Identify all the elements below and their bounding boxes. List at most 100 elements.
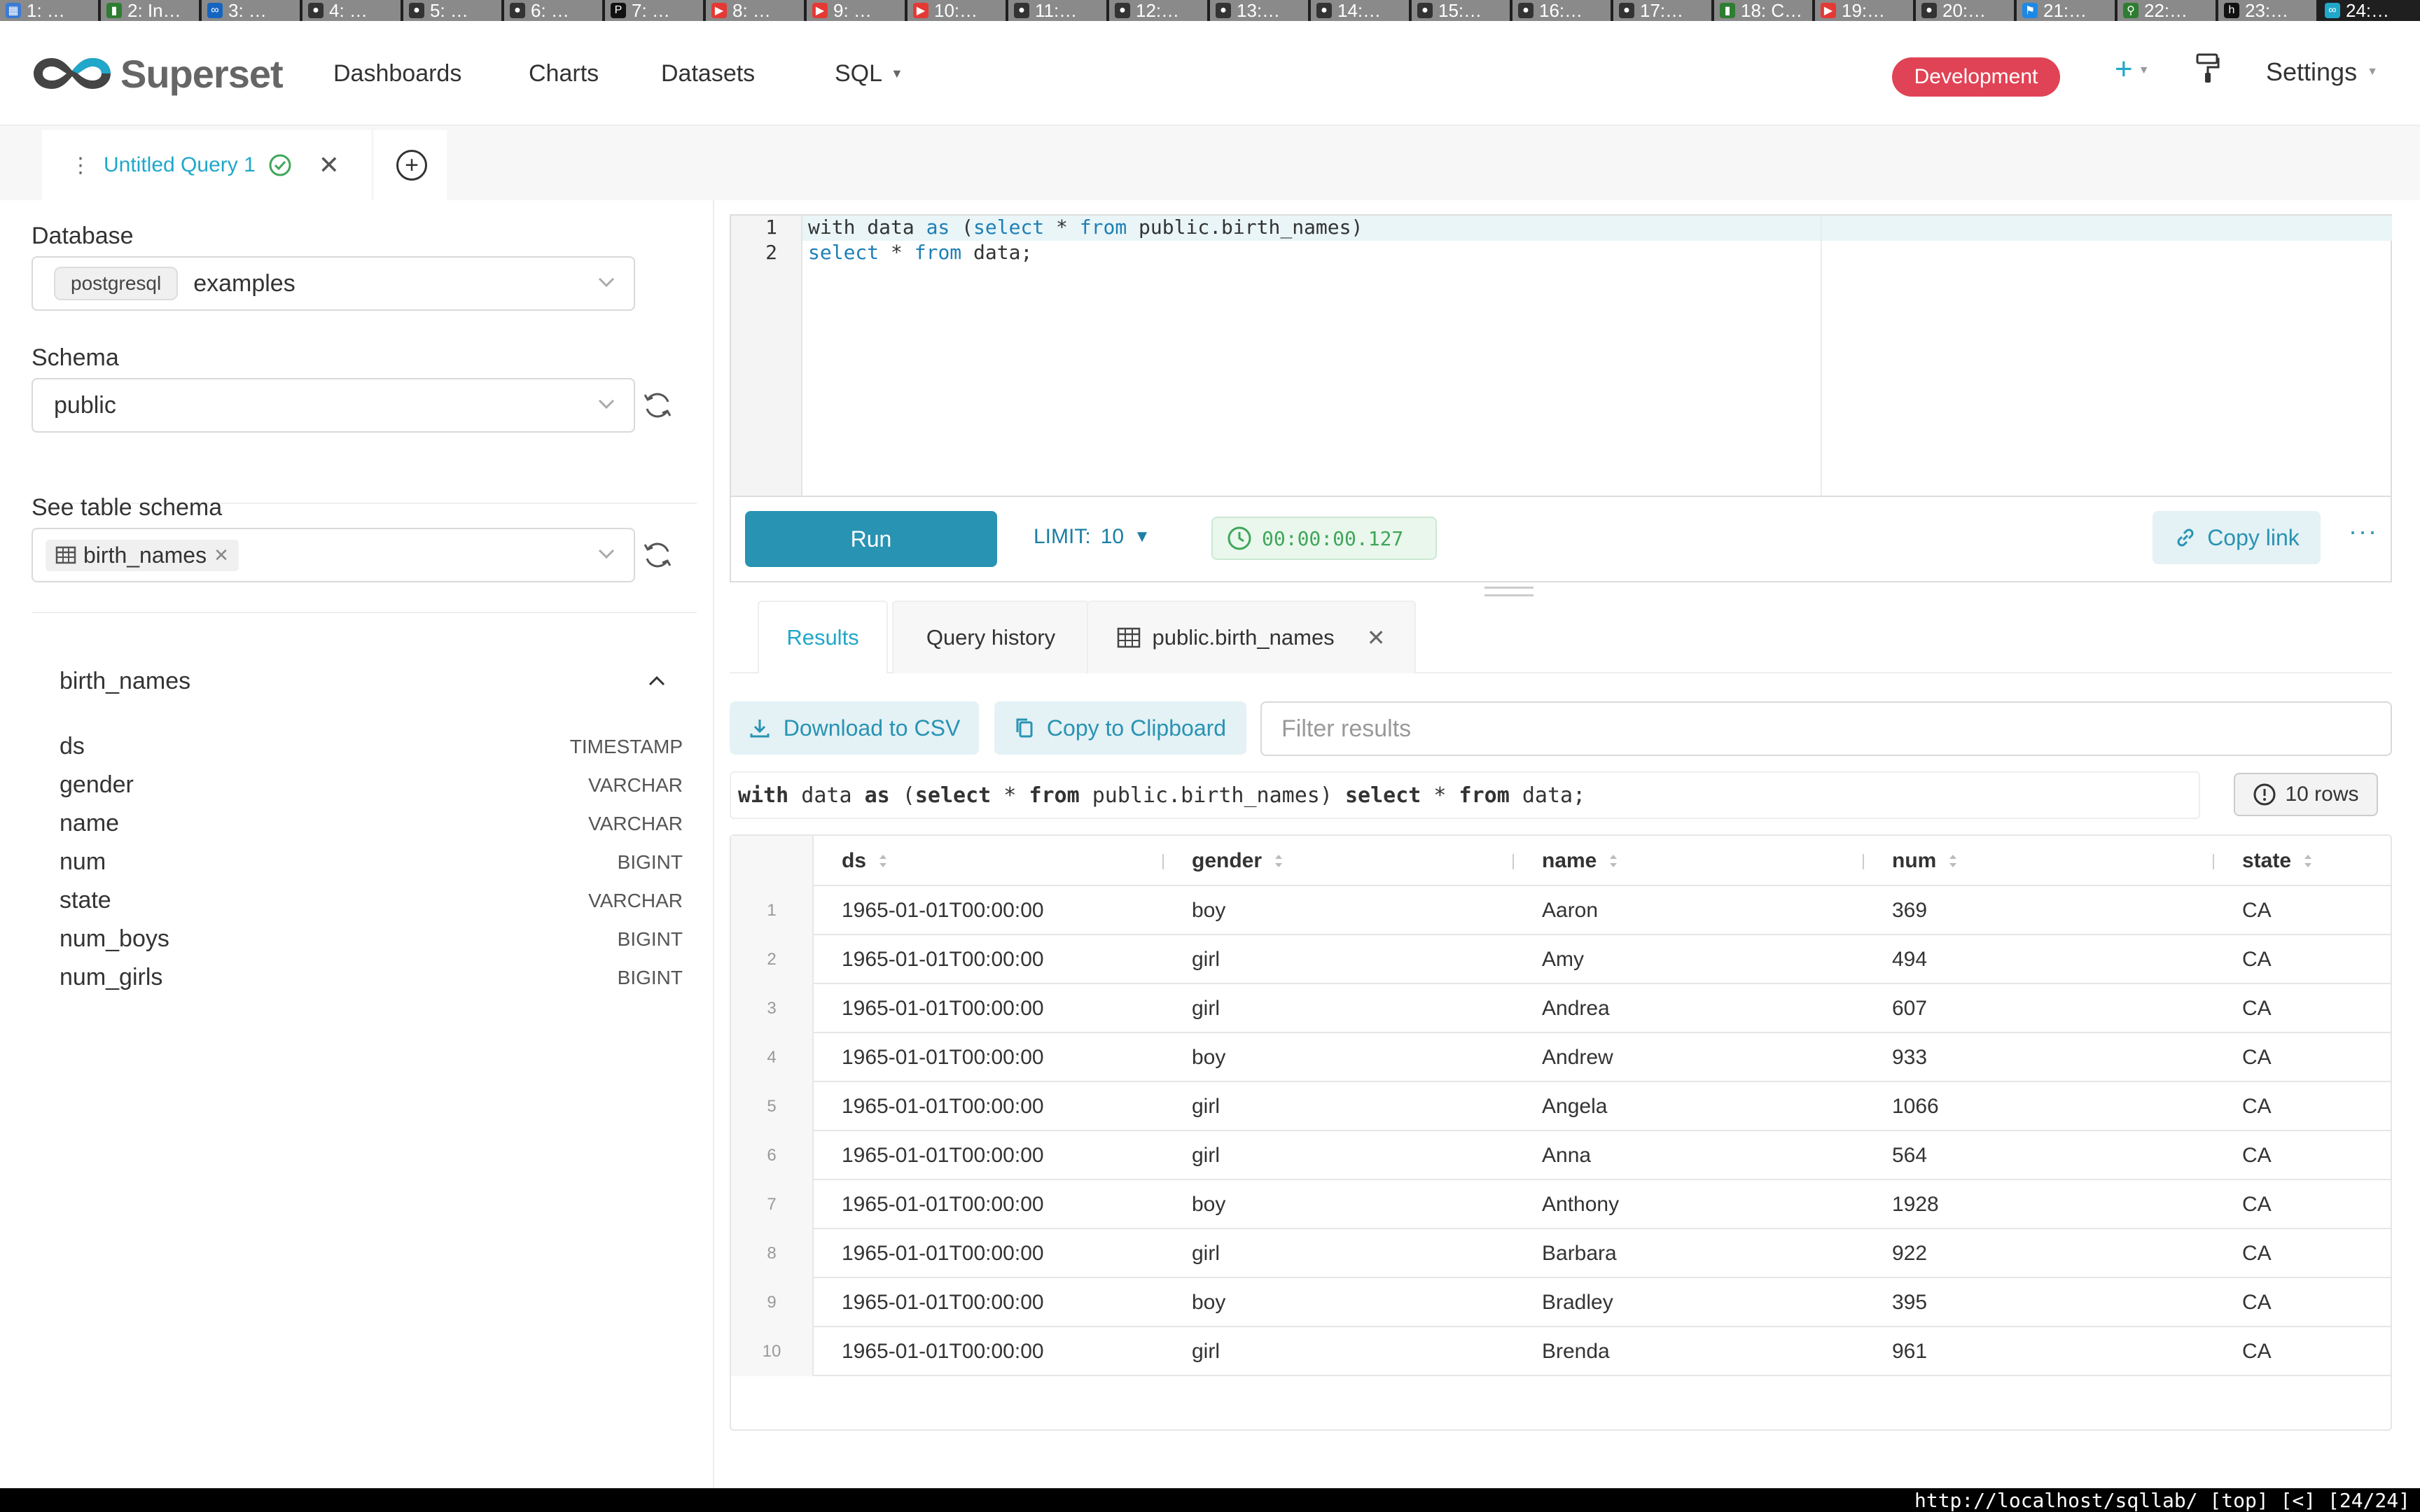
browser-tab[interactable]: ∞ 24:… xyxy=(2319,0,2420,21)
table-cell: boy xyxy=(1192,899,1226,922)
browser-tab-label: 8: … xyxy=(732,0,771,21)
sql-token: * xyxy=(991,783,1029,808)
github-icon: ● xyxy=(1921,3,1937,18)
remove-tag-icon[interactable]: ✕ xyxy=(214,545,229,566)
tab-query-history[interactable]: Query history xyxy=(892,601,1090,673)
table-select[interactable]: birth_names ✕ xyxy=(32,528,635,582)
settings-menu[interactable]: Settings ▼ xyxy=(2266,57,2378,87)
close-tab-icon[interactable]: ✕ xyxy=(319,150,340,180)
settings-label: Settings xyxy=(2266,57,2358,86)
browser-tab[interactable]: ▶ 8: … xyxy=(706,0,807,21)
result-tabs: Results Query history public.birth_names… xyxy=(730,601,2392,673)
refresh-schema-icon[interactable] xyxy=(641,389,674,421)
query-toolbar: Run LIMIT: 10 ▼ 00:00:00.127 Copy link ·… xyxy=(730,497,2392,582)
table-cell: 1965-01-01T00:00:00 xyxy=(842,1291,1044,1314)
copy-link-button[interactable]: Copy link xyxy=(2153,511,2321,564)
table-cell: Anthony xyxy=(1542,1193,1620,1216)
sort-icon[interactable] xyxy=(1608,852,1619,870)
table-column-row: num_boys BIGINT xyxy=(60,920,683,958)
browser-tab[interactable]: ● 6: … xyxy=(504,0,605,21)
browser-tab[interactable]: ● 15:… xyxy=(1412,0,1512,21)
tab-results[interactable]: Results xyxy=(758,601,888,673)
nav-datasets[interactable]: Datasets xyxy=(661,60,755,88)
code-line-1: with data as (select * from public.birth… xyxy=(808,216,1363,239)
database-select[interactable]: postgresql examples xyxy=(32,256,635,311)
browser-tab[interactable]: ▶ 10:… xyxy=(908,0,1008,21)
caret-down-icon: ▼ xyxy=(2138,64,2150,77)
copy-to-clipboard-button[interactable]: Copy to Clipboard xyxy=(994,701,1246,755)
superset-logo[interactable]: Superset xyxy=(31,49,284,98)
info-circle-icon xyxy=(2253,783,2276,806)
download-csv-button[interactable]: Download to CSV xyxy=(730,701,979,755)
table-cell: CA xyxy=(2242,1340,2272,1363)
youtube-icon: ▶ xyxy=(913,3,929,18)
browser-tab[interactable]: ● 4: … xyxy=(302,0,403,21)
column-header-state[interactable]: state xyxy=(2214,836,2391,886)
sort-icon[interactable] xyxy=(1273,852,1284,870)
browser-tab[interactable]: ● 14:… xyxy=(1311,0,1412,21)
github-icon: ● xyxy=(1316,3,1332,18)
browser-tab[interactable]: ▶ 19:… xyxy=(1815,0,1916,21)
column-type: VARCHAR xyxy=(588,889,683,911)
drag-handle-icon[interactable]: ⋮ xyxy=(70,153,91,178)
run-query-button[interactable]: Run xyxy=(745,511,997,567)
sort-icon[interactable] xyxy=(1947,852,1959,870)
column-header-name[interactable]: name xyxy=(1514,836,1864,886)
refresh-tables-icon[interactable] xyxy=(641,539,674,571)
column-type: BIGINT xyxy=(617,927,683,950)
close-tab-icon[interactable]: ✕ xyxy=(1367,624,1386,651)
code-keyword: select xyxy=(808,241,879,264)
table-cell: 1965-01-01T00:00:00 xyxy=(842,948,1044,971)
filter-results-input[interactable]: Filter results xyxy=(1260,701,2392,756)
browser-tab[interactable]: h 23:… xyxy=(2218,0,2319,21)
table-preview-title[interactable]: birth_names xyxy=(60,668,190,695)
nav-dashboards[interactable]: Dashboards xyxy=(333,60,461,88)
browser-tab[interactable]: ● 5: … xyxy=(403,0,504,21)
theme-paint-roller-icon[interactable] xyxy=(2196,53,2220,90)
code-token: public.birth_names) xyxy=(1127,216,1363,239)
nav-sql-menu[interactable]: SQL ▼ xyxy=(835,60,903,88)
schema-select[interactable]: public xyxy=(32,378,635,433)
nav-charts[interactable]: Charts xyxy=(529,60,599,88)
browser-tab[interactable]: ⚲ 22:… xyxy=(2118,0,2218,21)
tab-table-preview[interactable]: public.birth_names ✕ xyxy=(1087,601,1416,673)
add-query-tab-icon[interactable]: + xyxy=(396,150,427,181)
editor-gutter: 1 2 xyxy=(731,216,802,496)
browser-tab[interactable]: ▮ 18: C… xyxy=(1714,0,1815,21)
query-tab-label: Untitled Query 1 xyxy=(104,153,256,176)
browser-tab[interactable]: ● 11:… xyxy=(1008,0,1109,21)
sort-icon[interactable] xyxy=(2302,852,2314,870)
browser-tab[interactable]: ● 12:… xyxy=(1109,0,1210,21)
youtube-icon: ▶ xyxy=(711,3,727,18)
chevron-up-icon[interactable] xyxy=(644,668,669,693)
column-header-num[interactable]: num xyxy=(1864,836,2214,886)
browser-tab[interactable]: ∞ 3: … xyxy=(202,0,302,21)
youtube-icon: ▶ xyxy=(1821,3,1836,18)
sql-keyword: from xyxy=(1029,783,1080,808)
schema-label: Schema xyxy=(32,344,119,371)
table-preview-tab-label: public.birth_names xyxy=(1152,625,1335,650)
limit-dropdown[interactable]: LIMIT: 10 ▼ xyxy=(1034,525,1150,549)
more-options-icon[interactable]: ··· xyxy=(2349,517,2378,546)
sort-icon[interactable] xyxy=(877,852,889,870)
browser-tab-label: 12:… xyxy=(1136,0,1180,21)
browser-tab[interactable]: ● 17:… xyxy=(1613,0,1714,21)
browser-tab[interactable]: P 7: … xyxy=(605,0,706,21)
browser-tab[interactable]: ▶ 9: … xyxy=(807,0,908,21)
query-tab-untitled-1[interactable]: ⋮ Untitled Query 1 ✕ xyxy=(42,130,371,200)
column-header-gender[interactable]: gender xyxy=(1164,836,1514,886)
browser-tab[interactable]: ▮ 2: In… xyxy=(101,0,202,21)
results-header-row: ds gender name num state xyxy=(731,836,2391,886)
browser-tab[interactable]: ⚑ 21:… xyxy=(2017,0,2118,21)
column-header-ds[interactable]: ds xyxy=(814,836,1164,886)
new-item-plus-icon[interactable]: + ▼ xyxy=(2115,52,2150,87)
browser-tab[interactable]: ● 20:… xyxy=(1916,0,2017,21)
resize-handle[interactable] xyxy=(1484,587,1534,596)
browser-tab[interactable]: ▦ 1: … xyxy=(0,0,101,21)
browser-tab[interactable]: ● 13:… xyxy=(1210,0,1311,21)
table-column-row: name VARCHAR xyxy=(60,804,683,843)
table-row: 7 1965-01-01T00:00:00 boy Anthony 1928 CA xyxy=(731,1180,2391,1229)
browser-tab[interactable]: ● 16:… xyxy=(1512,0,1613,21)
browser-tab-label: 7: … xyxy=(632,0,670,21)
sql-editor[interactable]: 1 2 with data as (select * from public.b… xyxy=(730,214,2392,497)
